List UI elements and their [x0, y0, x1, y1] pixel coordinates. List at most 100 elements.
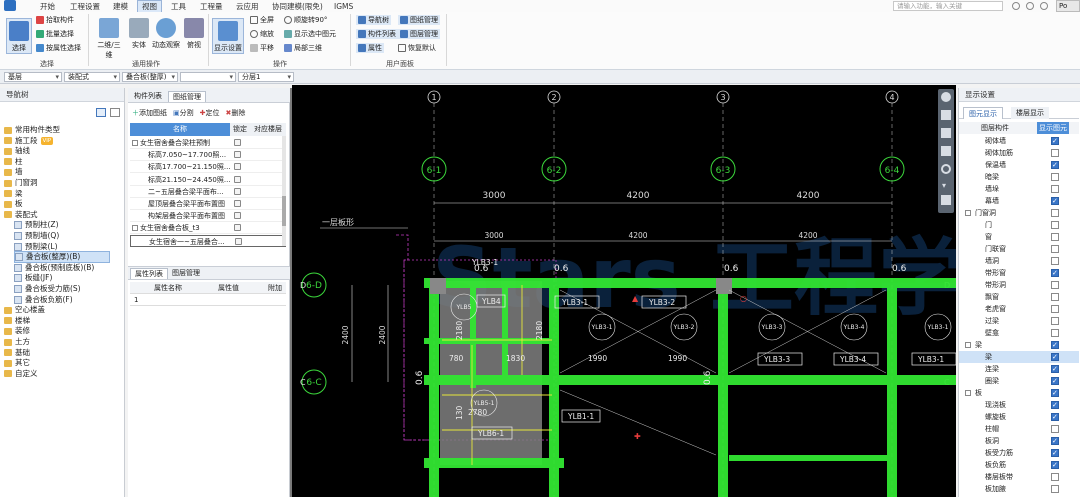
drawing-row[interactable]: 标高7.050~17.700照... — [130, 149, 286, 162]
chevron-down-icon[interactable]: ▾ — [942, 181, 946, 190]
attr-button[interactable]: 属性 — [356, 43, 384, 53]
lock-icon[interactable] — [234, 187, 241, 195]
beam-inner-b[interactable] — [502, 278, 508, 378]
prop-row[interactable]: 1 — [130, 294, 286, 306]
visibility-checkbox[interactable] — [1051, 233, 1059, 241]
beam-lower[interactable] — [424, 458, 564, 468]
fullscreen-button[interactable]: 全屏 — [250, 15, 274, 25]
display-row[interactable]: 保温墙 — [959, 159, 1079, 171]
visibility-checkbox[interactable] — [1051, 375, 1059, 387]
collapse-icon[interactable] — [965, 342, 971, 348]
visibility-checkbox[interactable] — [1051, 351, 1059, 363]
lock-icon[interactable] — [234, 200, 241, 207]
delete-button[interactable]: ✖删除 — [226, 108, 246, 118]
grid-icon[interactable] — [941, 195, 951, 205]
tab-floor-display[interactable]: 楼层显示 — [1011, 107, 1049, 119]
display-row[interactable]: 板受力筋 — [959, 447, 1079, 459]
display-row[interactable]: 门窗洞 — [959, 207, 1079, 219]
visibility-checkbox[interactable] — [1051, 387, 1059, 399]
component-select[interactable] — [180, 72, 236, 82]
display-row[interactable]: 暗梁 — [959, 171, 1079, 183]
beam-col-1[interactable] — [429, 278, 439, 497]
nav-tree-button[interactable]: 导航树 — [356, 15, 391, 25]
drawing-row[interactable]: 二~五层叠合梁平面布... — [130, 186, 286, 198]
scrollbar[interactable] — [282, 136, 286, 246]
rotate-button[interactable]: 顺旋转90° — [284, 15, 327, 25]
drawing-row[interactable]: 女生宿舍叠合板_t3 — [130, 222, 286, 235]
visibility-checkbox[interactable] — [1051, 363, 1059, 375]
orbit-icon[interactable] — [941, 92, 951, 102]
list-view-icon[interactable] — [96, 108, 106, 117]
visibility-checkbox[interactable] — [1051, 339, 1059, 351]
user-avatar[interactable]: Po — [1056, 0, 1080, 12]
show-selected-button[interactable]: 显示选中图元 — [284, 29, 336, 39]
visibility-checkbox[interactable] — [1051, 447, 1059, 459]
visibility-checkbox[interactable] — [1051, 411, 1059, 423]
scroll-thumb[interactable] — [282, 196, 286, 226]
display-row[interactable]: 板 — [959, 387, 1079, 399]
refresh-icon[interactable] — [941, 164, 951, 174]
comp-list-button[interactable]: 构件列表 — [356, 29, 398, 39]
display-row[interactable]: 砌体墙 — [959, 135, 1079, 147]
lock-icon[interactable] — [234, 151, 241, 159]
cad-drawing[interactable]: Stars 工程学院 1 2 3 4 6-1 — [292, 85, 956, 497]
visibility-checkbox[interactable] — [1051, 459, 1059, 471]
local3d-button[interactable]: 局部三维 — [284, 43, 322, 53]
display-row[interactable]: 砌体加筋 — [959, 147, 1079, 159]
locate-button[interactable]: ✚定位 — [200, 108, 220, 118]
display-row[interactable]: 螺旋板 — [959, 411, 1079, 423]
display-row[interactable]: 门联窗 — [959, 243, 1079, 255]
split-button[interactable]: ▣分割 — [173, 108, 194, 118]
beam-col-3[interactable] — [718, 278, 728, 497]
help-icon[interactable] — [1012, 2, 1020, 10]
layers-icon[interactable] — [941, 128, 951, 138]
visibility-checkbox[interactable] — [1051, 257, 1059, 265]
visibility-checkbox[interactable] — [1051, 245, 1059, 253]
top-view-button[interactable]: 俯视 — [184, 18, 204, 50]
lock-icon[interactable] — [234, 175, 241, 183]
lock-icon[interactable] — [234, 139, 241, 146]
layer-mgmt-button[interactable]: 图层管理 — [398, 29, 440, 39]
attr-select-button[interactable]: 按属性选择 — [36, 43, 81, 53]
display-row[interactable]: 梁 — [959, 351, 1079, 363]
beam-col-4[interactable] — [887, 278, 897, 497]
tab-igms[interactable]: IGMS — [334, 1, 353, 12]
beam-inner-a[interactable] — [470, 278, 476, 388]
display-row[interactable]: 柱帽 — [959, 423, 1079, 435]
nav-tree-item[interactable]: 自定义 — [4, 368, 120, 380]
tab-project-settings[interactable]: 工程设置 — [70, 1, 100, 12]
visibility-checkbox[interactable] — [1051, 329, 1059, 337]
visibility-checkbox[interactable] — [1051, 435, 1059, 447]
tab-cloud[interactable]: 云应用 — [236, 1, 259, 12]
visibility-checkbox[interactable] — [1051, 267, 1059, 279]
minimize-icon[interactable] — [1040, 2, 1048, 10]
display-settings-button[interactable]: 显示设置 — [212, 18, 244, 54]
visibility-checkbox[interactable] — [1051, 399, 1059, 411]
view-cube-icon[interactable] — [941, 110, 951, 120]
visibility-checkbox[interactable] — [1051, 195, 1059, 207]
visibility-checkbox[interactable] — [1051, 209, 1059, 217]
dynamic-view-button[interactable]: 动态观察 — [152, 18, 180, 50]
view-2d3d-button[interactable]: 二维/三维 — [94, 18, 124, 60]
display-row[interactable]: 门 — [959, 219, 1079, 231]
display-row[interactable]: 壁龛 — [959, 327, 1079, 339]
collapse-icon[interactable] — [965, 390, 971, 396]
visibility-checkbox[interactable] — [1051, 149, 1059, 157]
pick-component-button[interactable]: 拾取构件 — [36, 15, 74, 25]
display-row[interactable]: 墙洞 — [959, 255, 1079, 267]
layer-select[interactable]: 分层1 — [238, 72, 294, 82]
visibility-checkbox[interactable] — [1051, 473, 1059, 481]
tab-component-list[interactable]: 构件列表 — [130, 91, 166, 102]
visibility-checkbox[interactable] — [1051, 281, 1059, 289]
drawing-row[interactable]: 标高21.150~24.450照... — [130, 174, 286, 186]
cloud-icon[interactable] — [1026, 2, 1034, 10]
component-type-select[interactable]: 叠合板(整厚) — [122, 72, 178, 82]
collapse-icon[interactable] — [132, 225, 138, 232]
display-row[interactable]: 幕墙 — [959, 195, 1079, 207]
display-row[interactable]: 梁 — [959, 339, 1079, 351]
display-row[interactable]: 老虎窗 — [959, 303, 1079, 315]
visibility-checkbox[interactable] — [1051, 317, 1059, 325]
display-row[interactable]: 现浇板 — [959, 399, 1079, 411]
solid-button[interactable]: 实体 — [128, 18, 150, 50]
display-row[interactable]: 板加腋 — [959, 483, 1079, 495]
